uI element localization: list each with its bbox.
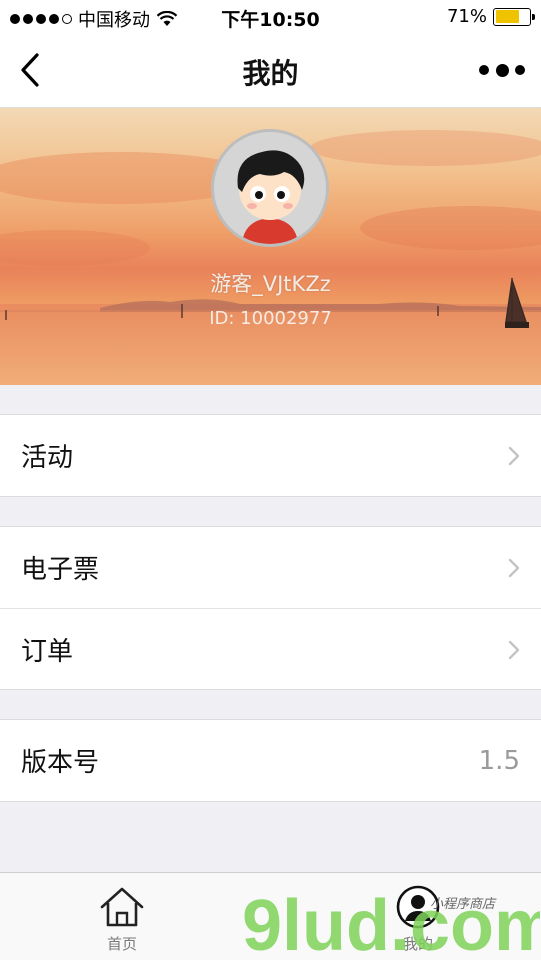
tab-label: 我的 (402, 935, 433, 953)
more-dots-icon (479, 65, 489, 75)
status-bar: 中国移动 下午10:50 71% (0, 0, 541, 34)
menu-group-activities: 活动 (0, 414, 541, 497)
tab-bar: 首页 我的 (0, 872, 541, 960)
menu-item-version: 版本号 1.5 (0, 720, 541, 801)
tab-label: 首页 (106, 935, 137, 953)
home-icon (100, 887, 144, 927)
menu-item-activities[interactable]: 活动 (0, 415, 541, 496)
profile-banner: 游客_VJtKZz ID: 10002977 (0, 108, 541, 385)
menu-item-e-tickets[interactable]: 电子票 (0, 527, 541, 608)
chevron-right-icon (508, 446, 520, 466)
version-number: 1.5 (478, 746, 520, 776)
tab-mine[interactable]: 我的 (358, 873, 478, 960)
nav-bar: 我的 (0, 34, 541, 108)
menu-item-label: 活动 (21, 443, 74, 473)
username: 游客_VJtKZz (210, 272, 331, 296)
page-title: 我的 (242, 57, 299, 90)
battery-icon (493, 7, 535, 26)
battery-fill (495, 10, 519, 23)
menu-item-label: 订单 (21, 636, 74, 667)
more-button[interactable] (479, 58, 525, 82)
status-right: 71% (446, 6, 535, 27)
menu-group-version: 版本号 1.5 (0, 719, 541, 802)
menu-group-orders: 电子票 订单 (0, 526, 541, 690)
more-dot-center (495, 63, 509, 77)
tab-home[interactable]: 首页 (62, 873, 182, 960)
chevron-right-icon (508, 558, 520, 578)
menu-item-orders[interactable]: 订单 (0, 608, 541, 689)
user-icon (396, 885, 440, 929)
avatar[interactable] (211, 129, 329, 247)
cartoon-boy-avatar-icon (214, 132, 326, 244)
menu-item-label: 电子票 (21, 555, 100, 585)
chevron-right-icon (508, 640, 520, 660)
battery-percent: 71% (446, 6, 487, 27)
user-id: ID: 10002977 (209, 308, 332, 329)
more-dot-right (515, 65, 525, 75)
menu-item-label: 版本号 (21, 748, 100, 778)
